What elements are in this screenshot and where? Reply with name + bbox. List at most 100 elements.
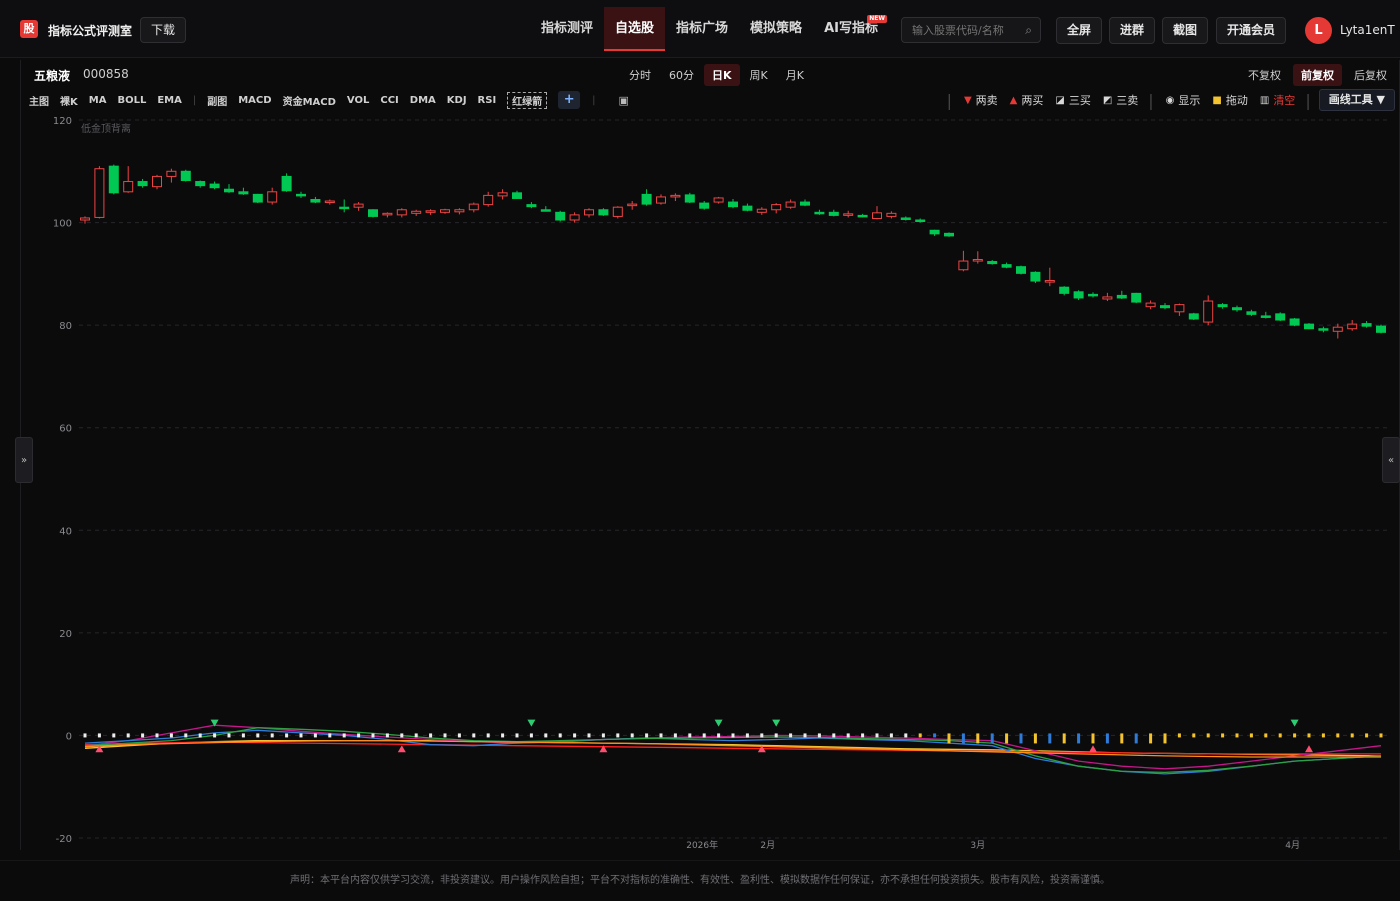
- signal-bar: [357, 733, 361, 738]
- nav-item-ai-indicator[interactable]: AI写指标 NEW: [813, 7, 889, 51]
- period-intraday[interactable]: 分时: [621, 64, 659, 86]
- tool-clear[interactable]: ▥ 清空: [1260, 92, 1295, 108]
- signal-tools: | ▼ 两卖 ▲ 两买 ◪ 三买 ◩ 三卖 | ◉ 显示 ■ 拖动 ▥ 清空 | 画线工具 ▼: [937, 89, 1395, 111]
- indicator-dma[interactable]: DMA: [410, 95, 436, 106]
- sell-signal-marker: [714, 719, 723, 727]
- period-60min[interactable]: 60分: [661, 64, 702, 86]
- indicator-ma[interactable]: MA: [89, 95, 107, 106]
- adjust-none[interactable]: 不复权: [1240, 64, 1289, 86]
- tool-show[interactable]: ◉ 显示: [1166, 92, 1201, 108]
- signal-bar: [429, 733, 433, 738]
- signal-bar: [688, 733, 692, 738]
- tool-drag[interactable]: ■ 拖动: [1212, 92, 1247, 108]
- candle-body: [742, 205, 753, 211]
- candle-body: [1203, 300, 1214, 323]
- indicator-boll[interactable]: BOLL: [117, 95, 146, 106]
- signal-bar: [1077, 733, 1081, 744]
- membership-button[interactable]: 开通会员: [1216, 17, 1287, 44]
- indicator-line: [84, 741, 1381, 755]
- signal-bar: [976, 733, 980, 744]
- signal-bar: [702, 733, 706, 738]
- indicator-rsi[interactable]: RSI: [478, 95, 497, 106]
- disclaimer: 声明：本平台内容仅供学习交流，非投资建议。用户操作风险自担；平台不对指标的准确性…: [0, 860, 1400, 900]
- y-tick-label: 100: [53, 219, 72, 230]
- join-group-button[interactable]: 进群: [1109, 17, 1156, 44]
- nav-item-indicator-square[interactable]: 指标广场: [665, 7, 739, 51]
- candle-body: [1318, 328, 1329, 331]
- candle-body: [814, 211, 825, 215]
- candle-body: [1289, 318, 1300, 326]
- candle-body: [555, 211, 566, 221]
- fullscreen-button[interactable]: 全屏: [1056, 17, 1103, 44]
- signal-bar: [1350, 733, 1354, 738]
- candle-body: [641, 193, 652, 205]
- candle-body: [224, 188, 234, 193]
- add-indicator-button[interactable]: +: [558, 91, 581, 109]
- tool-two-buy[interactable]: ▲ 两买: [1010, 92, 1044, 108]
- expand-left-button[interactable]: »: [15, 437, 33, 483]
- indicator-macd[interactable]: MACD: [238, 95, 271, 106]
- adjust-backward[interactable]: 后复权: [1346, 64, 1395, 86]
- nav-item-watchlist[interactable]: 自选股: [604, 7, 666, 51]
- x-tick-label: 2026年: [686, 839, 718, 850]
- signal-bar: [155, 733, 159, 738]
- candle-body: [843, 213, 854, 216]
- period-daily[interactable]: 日K: [704, 64, 740, 86]
- signal-bar: [1192, 733, 1196, 738]
- indicator-ema[interactable]: EMA: [157, 95, 182, 106]
- period-weekly[interactable]: 周K: [742, 64, 776, 86]
- stock-search[interactable]: ⌕: [901, 17, 1041, 43]
- signal-bar: [126, 733, 130, 738]
- candle-body: [929, 229, 940, 235]
- nav-item-indicator-review[interactable]: 指标测评: [530, 7, 604, 51]
- buy-signal-marker: [1305, 745, 1313, 753]
- candle-body: [828, 211, 839, 216]
- screenshot-button[interactable]: 截图: [1162, 17, 1209, 44]
- stock-search-input[interactable]: [902, 18, 1012, 42]
- drawing-tools-button[interactable]: 画线工具 ▼: [1318, 89, 1395, 111]
- indicator-fund-macd[interactable]: 资金MACD: [283, 93, 336, 108]
- candlestick-chart[interactable]: 120 100 80 60 40 20 0 -20 低金顶背离 2026年 2月 3月 4月: [21, 112, 1399, 850]
- signal-bar: [1019, 733, 1023, 744]
- indicator-sub-chart[interactable]: 副图: [207, 93, 227, 108]
- signal-bar: [141, 733, 145, 738]
- signal-bar: [400, 733, 404, 738]
- candle-body: [1376, 325, 1386, 333]
- candle-body: [699, 202, 710, 209]
- buy-signal-marker: [1089, 745, 1097, 753]
- expand-right-button[interactable]: «: [1382, 437, 1400, 483]
- y-tick-label: 20: [59, 629, 72, 640]
- username[interactable]: Lyta1enT: [1340, 23, 1395, 37]
- signal-bar: [789, 733, 793, 738]
- tool-three-buy[interactable]: ◪ 三买: [1055, 92, 1090, 108]
- nav-item-simulated-strategy[interactable]: 模拟策略: [739, 7, 813, 51]
- period-monthly[interactable]: 月K: [778, 64, 812, 86]
- candle-body: [195, 181, 206, 187]
- indicator-kdj[interactable]: KDJ: [447, 95, 467, 106]
- signal-bar: [213, 733, 217, 738]
- save-icon[interactable]: ▣: [619, 94, 629, 107]
- candle-body: [1016, 266, 1026, 274]
- signal-bar: [443, 733, 447, 738]
- indicator-bare-k[interactable]: 裸K: [60, 93, 78, 108]
- tool-three-sell[interactable]: ◩ 三卖: [1103, 92, 1138, 108]
- chart-icon: ◪: [1055, 94, 1065, 106]
- indicator-main-chart[interactable]: 主图: [29, 93, 49, 108]
- sell-signal-marker: [527, 719, 536, 727]
- avatar[interactable]: L: [1305, 17, 1332, 44]
- search-icon[interactable]: ⌕: [1025, 23, 1032, 38]
- signal-bar: [889, 733, 893, 738]
- tool-two-sell[interactable]: ▼ 两卖: [964, 92, 998, 108]
- up-triangle-icon: ▲: [1009, 94, 1018, 106]
- signal-bar: [1177, 733, 1181, 738]
- chart-panel: 五粮液 000858 分时 60分 日K 周K 月K 不复权 前复权 后复权 主…: [20, 60, 1400, 850]
- divider: |: [946, 90, 952, 110]
- download-button[interactable]: 下载: [140, 17, 187, 43]
- indicator-red-green-arrow[interactable]: 红绿箭: [507, 91, 548, 109]
- adjust-forward[interactable]: 前复权: [1293, 64, 1342, 86]
- indicator-cci[interactable]: CCI: [380, 95, 398, 106]
- indicator-vol[interactable]: VOL: [347, 95, 369, 106]
- signal-bar: [270, 733, 274, 738]
- signal-bar: [904, 733, 908, 738]
- candle-body: [440, 209, 450, 213]
